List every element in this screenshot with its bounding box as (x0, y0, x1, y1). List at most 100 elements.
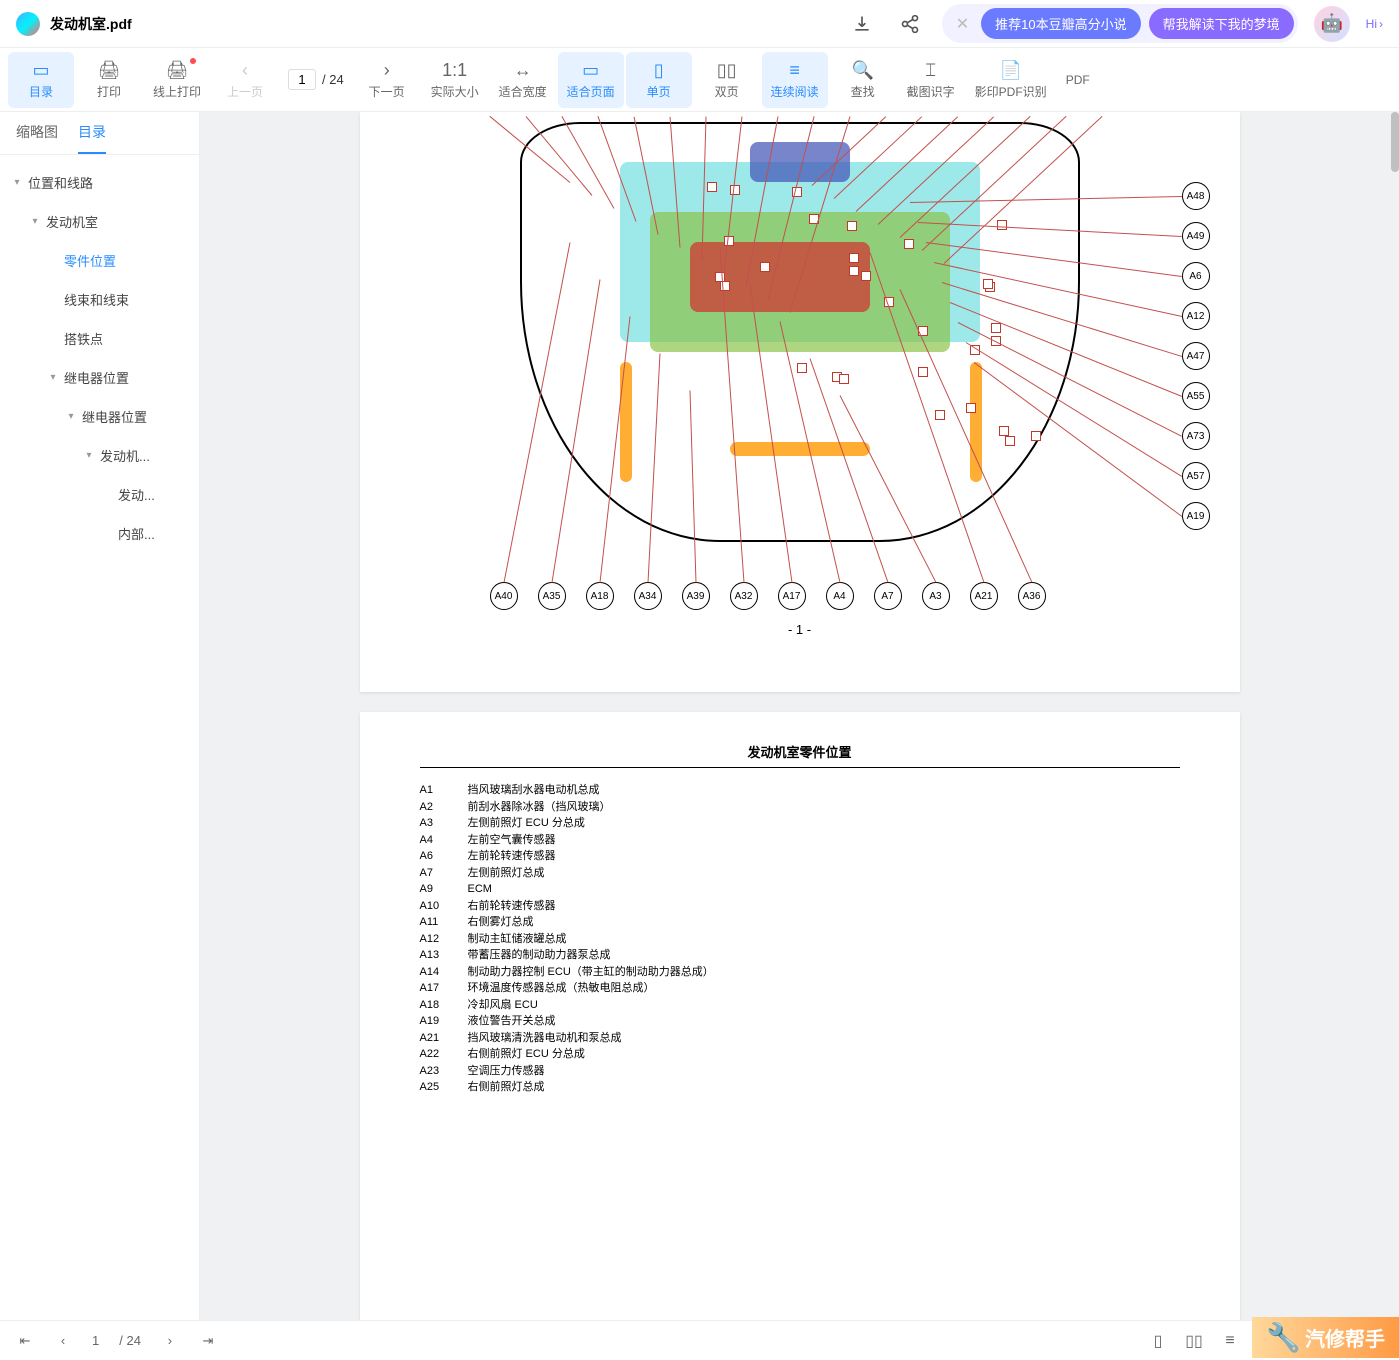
tab-outline[interactable]: 目录 (78, 112, 106, 154)
toolbar-pdf[interactable]: PDF (1058, 52, 1098, 108)
outline-label: 发动机室 (46, 212, 98, 231)
callout-A57: A57 (1182, 462, 1210, 490)
toolbar-fit-page[interactable]: ▭适合页面 (558, 52, 624, 108)
suggestion-pill-1[interactable]: 推荐10本豆瓣高分小说 (981, 8, 1140, 39)
print-icon: 🖨 (98, 59, 120, 81)
status-left: ⇤ ‹ 1 / 24 › ⇥ (16, 1332, 217, 1350)
parts-list-title: 发动机室零件位置 (420, 742, 1180, 768)
parts-row: A13带蓄压器的制动助力器泵总成 (420, 947, 1180, 964)
outline-item[interactable]: ▾发动机室 (0, 202, 199, 241)
outline-item[interactable]: 发动... (0, 475, 199, 514)
scrollbar-track[interactable] (1391, 112, 1399, 1320)
wrench-icon: 🔧 (1266, 1321, 1301, 1354)
share-icon[interactable] (894, 8, 926, 40)
view-mode-1-icon[interactable]: ▯ (1149, 1332, 1167, 1350)
toolbar-print[interactable]: 🖨打印 (76, 52, 142, 108)
toolbar-next-page[interactable]: ›下一页 (354, 52, 420, 108)
last-page-icon[interactable]: ⇥ (199, 1332, 217, 1350)
outline-item[interactable]: 零件位置 (0, 241, 199, 280)
part-code: A10 (420, 898, 450, 915)
outline-item[interactable]: 搭铁点 (0, 319, 199, 358)
toolbar-prev-page[interactable]: ‹上一页 (212, 52, 278, 108)
first-page-icon[interactable]: ⇤ (16, 1332, 34, 1350)
fit-page-icon: ▭ (580, 59, 602, 81)
part-name: 右侧雾灯总成 (468, 914, 534, 931)
view-mode-3-icon[interactable]: ≡ (1221, 1332, 1239, 1350)
toolbar-fit-width[interactable]: ↔适合宽度 (490, 52, 556, 108)
toolbar-scan-pdf[interactable]: 📄影印PDF识别 (966, 52, 1056, 108)
suggestions-bar: ✕ 推荐10本豆瓣高分小说 帮我解读下我的梦境 (942, 4, 1298, 43)
part-name: 制动助力器控制 ECU（带主缸的制动助力器总成） (468, 964, 714, 981)
toolbar-find[interactable]: 🔍查找 (830, 52, 896, 108)
part-code: A18 (420, 997, 450, 1014)
outline-item[interactable]: ▾位置和线路 (0, 163, 199, 202)
toolbar-ocr[interactable]: ⌶截图识字 (898, 52, 964, 108)
callout-A35: A35 (538, 582, 566, 610)
toolbar-online-print[interactable]: 🖨线上打印 (144, 52, 210, 108)
suggestion-pill-2[interactable]: 帮我解读下我的梦境 (1149, 8, 1294, 39)
tab-thumbnails[interactable]: 缩略图 (16, 112, 58, 154)
status-page-current: 1 (92, 1333, 99, 1348)
caret-icon: ▾ (82, 450, 96, 461)
part-name: 空调压力传感器 (468, 1063, 545, 1080)
parts-row: A18冷却风扇 ECU (420, 997, 1180, 1014)
harness-orange-right (970, 362, 982, 482)
connector-box (991, 323, 1001, 333)
callout-A32: A32 (730, 582, 758, 610)
callout-A12: A12 (1182, 302, 1210, 330)
toolbar-single-page[interactable]: ▯单页 (626, 52, 692, 108)
toolbar-actual-size[interactable]: 1:1实际大小 (422, 52, 488, 108)
outline-item[interactable]: 线束和线束 (0, 280, 199, 319)
outline-tree: ▾位置和线路▾发动机室零件位置线束和线束搭铁点▾继电器位置▾继电器位置▾发动机.… (0, 155, 199, 1320)
part-name: 前刮水器除冰器（挡风玻璃） (468, 799, 611, 816)
outline-item[interactable]: ▾继电器位置 (0, 397, 199, 436)
parts-row: A25右侧前照灯总成 (420, 1079, 1180, 1096)
hi-button[interactable]: Hi› (1366, 17, 1383, 31)
caret-icon: ▾ (64, 411, 78, 422)
toolbar-continuous[interactable]: ≡连续阅读 (762, 52, 828, 108)
connector-box (935, 410, 945, 420)
outline-item[interactable]: ▾继电器位置 (0, 358, 199, 397)
callout-A3: A3 (922, 582, 950, 610)
close-suggestion-icon[interactable]: ✕ (952, 14, 973, 34)
outline-item[interactable]: 内部... (0, 514, 199, 553)
assistant-avatar[interactable]: 🤖 (1314, 6, 1350, 42)
part-code: A12 (420, 931, 450, 948)
outline-item[interactable]: ▾发动机... (0, 436, 199, 475)
connector-box (707, 182, 717, 192)
callout-A39: A39 (682, 582, 710, 610)
sidebar: 缩略图 目录 ▾位置和线路▾发动机室零件位置线束和线束搭铁点▾继电器位置▾继电器… (0, 112, 200, 1320)
callout-A34: A34 (634, 582, 662, 610)
connector-box (839, 374, 849, 384)
download-icon[interactable] (846, 8, 878, 40)
document-viewer[interactable]: A48A49A6A12A47A55A73A57A19A40A35A18A34A3… (200, 112, 1399, 1320)
parts-row: A6左前轮转速传感器 (420, 848, 1180, 865)
connector-box (983, 279, 993, 289)
part-code: A25 (420, 1079, 450, 1096)
engine-diagram: A48A49A6A12A47A55A73A57A19A40A35A18A34A3… (370, 122, 1230, 602)
toolbar-double-page[interactable]: ▯▯双页 (694, 52, 760, 108)
parts-row: A11右侧雾灯总成 (420, 914, 1180, 931)
connector-box (715, 272, 725, 282)
page-input[interactable] (288, 69, 316, 90)
parts-row: A22右侧前照灯 ECU 分总成 (420, 1046, 1180, 1063)
app-logo[interactable] (16, 12, 40, 36)
watermark: 🔧汽修帮手 (1252, 1317, 1399, 1358)
connector-box (797, 363, 807, 373)
document-title: 发动机室.pdf (50, 14, 132, 34)
continuous-icon: ≡ (784, 59, 806, 81)
callout-A48: A48 (1182, 182, 1210, 210)
prev-page-icon: ‹ (234, 59, 256, 81)
view-mode-2-icon[interactable]: ▯▯ (1185, 1332, 1203, 1350)
scrollbar-thumb[interactable] (1391, 112, 1399, 172)
parts-row: A9ECM (420, 881, 1180, 898)
online-print-icon: 🖨 (166, 59, 188, 81)
prev-icon[interactable]: ‹ (54, 1332, 72, 1350)
toolbar-catalog[interactable]: ▭目录 (8, 52, 74, 108)
parts-row: A3左侧前照灯 ECU 分总成 (420, 815, 1180, 832)
sidebar-tabs: 缩略图 目录 (0, 112, 199, 155)
callout-A7: A7 (874, 582, 902, 610)
part-code: A7 (420, 865, 450, 882)
next-icon[interactable]: › (161, 1332, 179, 1350)
part-code: A22 (420, 1046, 450, 1063)
